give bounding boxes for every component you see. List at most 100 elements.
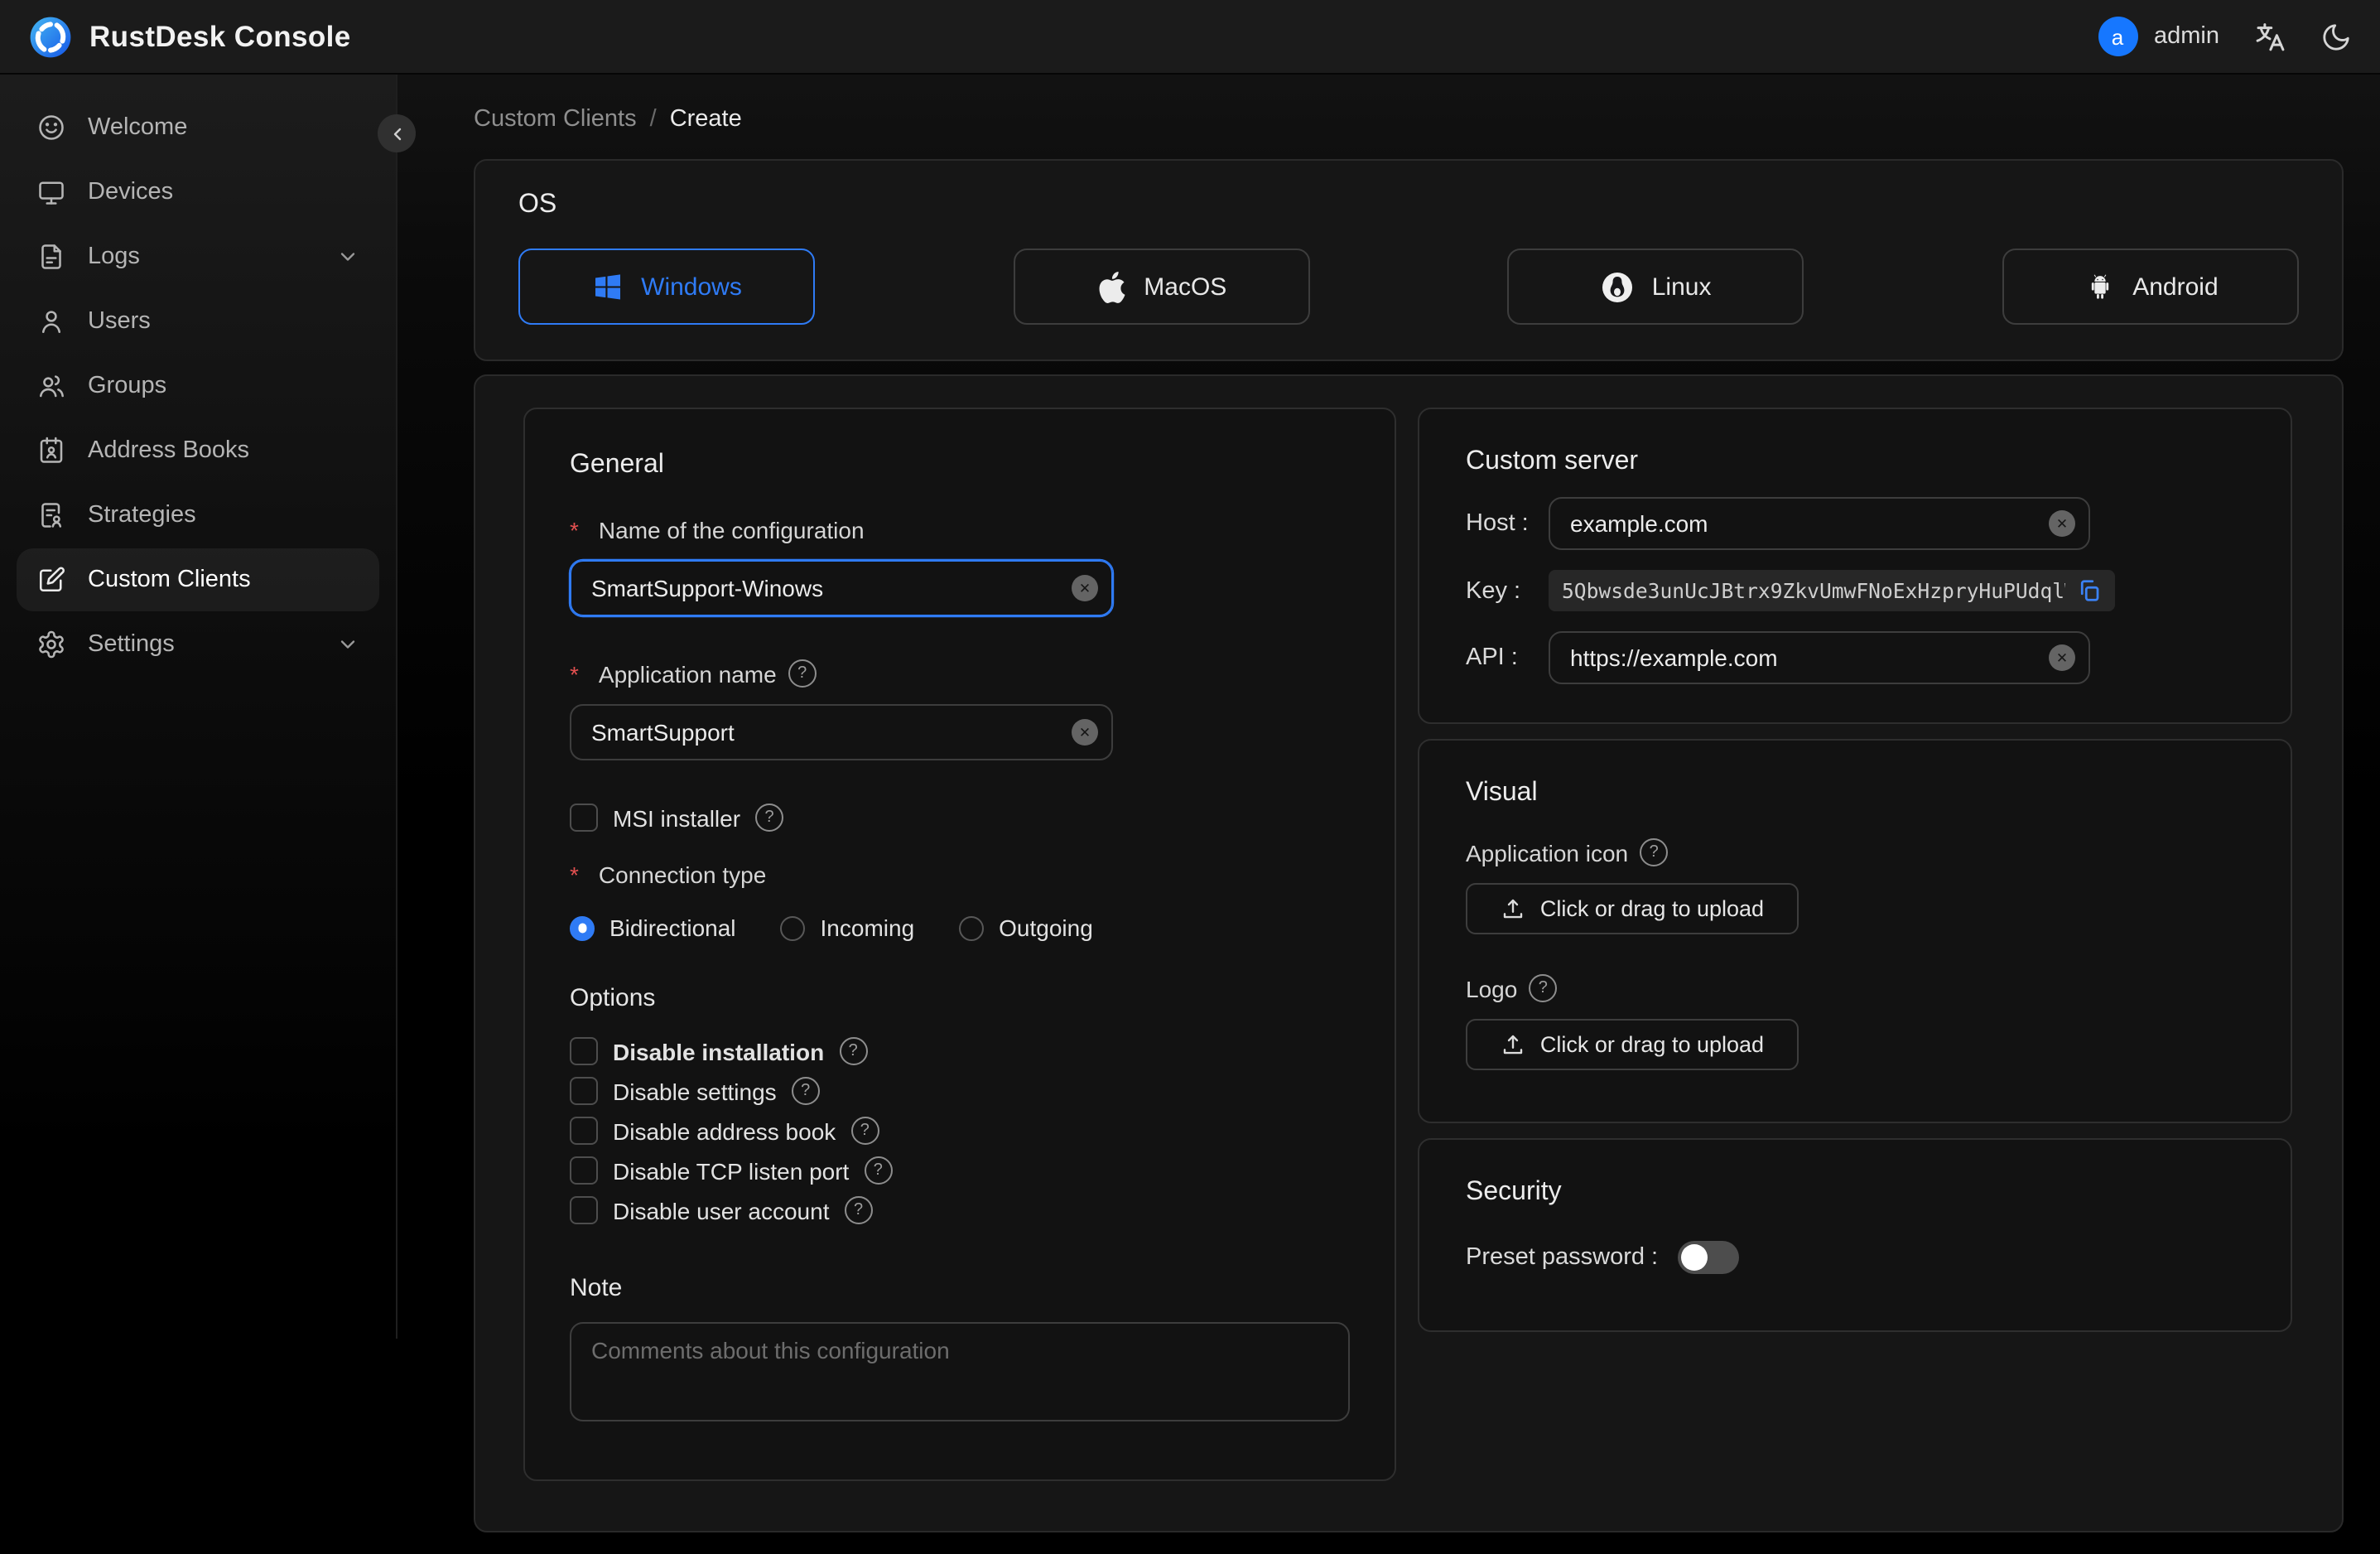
option-label: Disable address book	[613, 1117, 836, 1144]
os-button-windows[interactable]: Windows	[518, 249, 815, 325]
option-disable-tcp-listen-port: Disable TCP listen port	[570, 1156, 1350, 1185]
app-name-input[interactable]	[570, 704, 1113, 760]
rustdesk-logo-icon	[28, 14, 73, 59]
upload-icon	[1501, 1032, 1525, 1057]
options-title: Options	[570, 984, 656, 1012]
custom-server-title: Custom server	[1466, 447, 1639, 475]
help-icon[interactable]	[755, 804, 784, 832]
sidebar-item-label: Settings	[88, 631, 175, 658]
chevron-down-icon	[336, 633, 359, 656]
disable-address-book-checkbox[interactable]	[570, 1117, 598, 1145]
help-icon[interactable]	[791, 1077, 820, 1105]
app-name-label-text: Application name	[598, 660, 777, 687]
config-name-label-text: Name of the configuration	[598, 517, 865, 543]
os-button-label: Linux	[1651, 273, 1712, 301]
connection-type-options: Bidirectional Incoming Outgoing	[570, 915, 1350, 941]
security-card: Security Preset password :	[1418, 1138, 2292, 1332]
breadcrumb-separator: /	[649, 106, 657, 133]
clear-icon[interactable]	[2049, 644, 2075, 671]
header-right: a admin	[2098, 17, 2352, 56]
sidebar: Welcome Devices Logs Users Groups Addres…	[0, 75, 416, 1339]
moon-icon[interactable]	[2320, 21, 2352, 52]
option-label: Disable user account	[613, 1197, 830, 1223]
logo-label-text: Logo	[1466, 975, 1518, 1001]
sidebar-item-logs[interactable]: Logs	[17, 225, 379, 288]
sidebar-item-welcome[interactable]: Welcome	[17, 96, 379, 159]
os-button-linux[interactable]: Linux	[1507, 249, 1804, 325]
custom-server-card: Custom server Host : Key : 5Qbwsde3unUcJ…	[1418, 408, 2292, 724]
help-icon[interactable]	[850, 1117, 879, 1145]
help-icon[interactable]	[844, 1196, 873, 1224]
upload-icon	[1501, 896, 1525, 921]
sidebar-item-devices[interactable]: Devices	[17, 161, 379, 224]
application-icon-upload-button[interactable]: Click or drag to upload	[1466, 883, 1799, 934]
os-button-macos[interactable]: MacOS	[1013, 249, 1310, 325]
radio-icon	[959, 915, 985, 940]
config-name-input[interactable]	[570, 560, 1113, 616]
help-icon[interactable]	[1640, 838, 1669, 866]
os-button-label: Windows	[641, 273, 742, 301]
gear-icon	[36, 630, 66, 659]
contact-book-icon	[36, 436, 66, 466]
collapse-sidebar-button[interactable]	[378, 114, 416, 152]
right-column: Custom server Host : Key : 5Qbwsde3unUcJ…	[1418, 408, 2292, 1332]
disable-user-account-checkbox[interactable]	[570, 1196, 598, 1224]
host-row: Host :	[1466, 497, 2244, 550]
radio-label: Outgoing	[999, 915, 1093, 941]
disable-installation-checkbox[interactable]	[570, 1037, 598, 1065]
connection-type-label-text: Connection type	[598, 861, 767, 888]
preset-password-toggle[interactable]	[1678, 1241, 1740, 1274]
translate-icon[interactable]	[2252, 19, 2287, 54]
sidebar-item-settings[interactable]: Settings	[17, 613, 379, 676]
sidebar-item-address-books[interactable]: Address Books	[17, 419, 379, 482]
radio-outgoing[interactable]: Outgoing	[959, 915, 1093, 941]
radio-bidirectional[interactable]: Bidirectional	[570, 915, 736, 941]
logo-upload-button[interactable]: Click or drag to upload	[1466, 1019, 1799, 1070]
sidebar-item-label: Groups	[88, 373, 167, 399]
note-title: Note	[570, 1274, 623, 1302]
help-icon[interactable]	[1529, 974, 1558, 1002]
os-button-android[interactable]: Android	[2002, 249, 2299, 325]
app-name-field	[570, 704, 1113, 760]
linux-penguin-icon	[1601, 269, 1636, 304]
header: RustDesk Console a admin	[0, 0, 2380, 75]
msi-installer-checkbox[interactable]	[570, 804, 598, 832]
help-icon[interactable]	[788, 659, 817, 688]
disable-tcp-listen-port-checkbox[interactable]	[570, 1156, 598, 1185]
copy-icon[interactable]	[2077, 578, 2102, 603]
os-card-title: OS	[518, 191, 557, 219]
breadcrumb: Custom Clients / Create	[474, 106, 2344, 133]
host-label: Host :	[1466, 510, 1529, 537]
disable-settings-checkbox[interactable]	[570, 1077, 598, 1105]
sidebar-item-label: Address Books	[88, 437, 250, 464]
os-options-row: Windows MacOS Linux Android	[518, 249, 2299, 325]
user-avatar[interactable]: a	[2098, 17, 2137, 56]
sidebar-item-groups[interactable]: Groups	[17, 355, 379, 417]
sidebar-item-strategies[interactable]: Strategies	[17, 484, 379, 547]
key-field: 5Qbwsde3unUcJBtrx9ZkvUmwFNoExHzpryHuPUdq…	[1549, 570, 2115, 611]
clear-icon[interactable]	[2049, 510, 2075, 537]
help-icon[interactable]	[839, 1037, 868, 1065]
edit-square-icon	[36, 565, 66, 595]
preset-password-row: Preset password :	[1466, 1241, 2244, 1274]
rustdesk-console-app: RustDesk Console a admin Welcome Devices…	[0, 0, 2380, 1532]
clear-icon[interactable]	[1072, 719, 1098, 746]
clear-icon[interactable]	[1072, 575, 1098, 601]
sidebar-item-custom-clients[interactable]: Custom Clients	[17, 548, 379, 611]
help-icon[interactable]	[864, 1156, 893, 1185]
radio-incoming[interactable]: Incoming	[780, 915, 914, 941]
config-name-label: Name of the configuration	[570, 517, 1350, 543]
api-input[interactable]	[1549, 631, 2090, 684]
sidebar-item-users[interactable]: Users	[17, 290, 379, 353]
option-disable-address-book: Disable address book	[570, 1117, 1350, 1145]
os-card: OS Windows MacOS Linux Android	[474, 159, 2344, 361]
windows-logo-icon	[591, 270, 624, 303]
visual-card: Visual Application icon Click or drag to…	[1418, 739, 2292, 1123]
breadcrumb-parent[interactable]: Custom Clients	[474, 106, 637, 133]
app-title: RustDesk Console	[89, 19, 351, 52]
logo-label: Logo	[1466, 974, 2244, 1002]
note-textarea[interactable]	[570, 1322, 1350, 1421]
msi-installer-row: MSI installer	[570, 804, 1350, 832]
host-input[interactable]	[1549, 497, 2090, 550]
user-icon	[36, 306, 66, 336]
